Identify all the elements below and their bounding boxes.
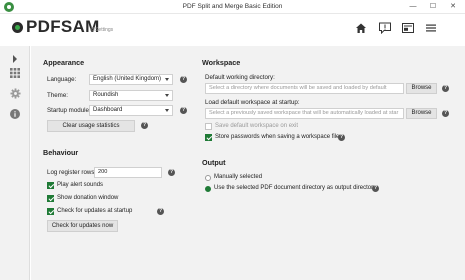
- minimize-button[interactable]: —: [405, 0, 421, 14]
- menu-icon[interactable]: [424, 22, 438, 34]
- home-icon[interactable]: [354, 22, 368, 34]
- default-working-directory-input[interactable]: Select a directory where documents will …: [205, 83, 404, 94]
- help-icon[interactable]: ?: [338, 134, 345, 141]
- manually-selected-radio[interactable]: [205, 175, 211, 181]
- play-alert-sounds-label: Play alert sounds: [57, 182, 104, 188]
- load-workspace-input[interactable]: Select a previously saved workspace that…: [205, 108, 404, 119]
- show-donation-window-checkbox[interactable]: [47, 195, 54, 202]
- language-select[interactable]: English (United Kingdom): [89, 74, 173, 85]
- browse-directory-button[interactable]: Browse: [406, 83, 437, 94]
- default-working-directory-label: Default working directory:: [205, 74, 275, 81]
- window-title: PDF Split and Merge Basic Edition: [182, 3, 283, 10]
- output-heading: Output: [202, 158, 226, 167]
- check-for-updates-now-button[interactable]: Check for updates now: [47, 220, 118, 232]
- modules-icon[interactable]: [8, 66, 22, 80]
- close-button[interactable]: ✕: [445, 0, 461, 14]
- startup-module-value: Dashboard: [93, 107, 123, 113]
- log-register-rows-input[interactable]: 200: [94, 167, 162, 178]
- save-workspace-on-exit-checkbox[interactable]: [205, 123, 212, 130]
- help-icon[interactable]: ?: [372, 185, 379, 192]
- logo-icon: [12, 22, 23, 33]
- use-same-directory-label: Use the selected PDF document directory …: [214, 185, 377, 191]
- show-donation-window-label: Show donation window: [57, 195, 119, 201]
- sidebar: [0, 46, 30, 280]
- chevron-down-icon: [165, 78, 169, 81]
- play-alert-sounds-checkbox[interactable]: [47, 182, 54, 189]
- expand-icon[interactable]: [10, 52, 20, 66]
- startup-module-label: Startup module:: [47, 107, 91, 114]
- logo: PDFSAM: [26, 17, 100, 36]
- load-workspace-label: Load default workspace at startup:: [205, 99, 300, 106]
- info-icon[interactable]: [8, 107, 22, 121]
- manually-selected-label: Manually selected: [214, 174, 263, 180]
- news-icon[interactable]: [401, 22, 415, 34]
- check-updates-at-startup-checkbox[interactable]: [47, 208, 54, 215]
- appearance-heading: Appearance: [43, 58, 85, 67]
- check-updates-at-startup-label: Check for updates at startup: [57, 208, 133, 214]
- feedback-icon[interactable]: [378, 22, 392, 34]
- help-icon[interactable]: ?: [180, 76, 187, 83]
- help-icon[interactable]: ?: [180, 107, 187, 114]
- store-passwords-checkbox[interactable]: [205, 134, 212, 141]
- chevron-down-icon: [165, 94, 169, 97]
- save-workspace-on-exit-label: Save default workspace on exit: [215, 123, 299, 129]
- theme-label: Theme:: [47, 92, 68, 99]
- language-label: Language:: [47, 76, 77, 83]
- store-passwords-label: Store passwords when saving a workspace …: [215, 134, 340, 140]
- clear-usage-statistics-button[interactable]: Clear usage statistics: [47, 120, 135, 132]
- maximize-button[interactable]: ☐: [425, 0, 441, 14]
- theme-value: Roundish: [93, 92, 119, 98]
- help-icon[interactable]: ?: [141, 122, 148, 129]
- chevron-down-icon: [165, 109, 169, 112]
- page-subtitle: @Settings: [90, 27, 114, 33]
- help-icon[interactable]: ?: [442, 85, 449, 92]
- help-icon[interactable]: ?: [168, 169, 175, 176]
- language-value: English (United Kingdom): [93, 76, 162, 82]
- behaviour-heading: Behaviour: [43, 148, 79, 157]
- help-icon[interactable]: ?: [442, 110, 449, 117]
- use-same-directory-radio[interactable]: [205, 186, 211, 192]
- title-bar: PDF Split and Merge Basic Edition — ☐ ✕: [0, 0, 465, 14]
- help-icon[interactable]: ?: [157, 208, 164, 215]
- settings-icon[interactable]: [8, 86, 22, 100]
- log-register-rows-label: Log register rows:: [47, 169, 97, 176]
- theme-select[interactable]: Roundish: [89, 90, 173, 101]
- browse-workspace-button[interactable]: Browse: [406, 108, 437, 119]
- workspace-heading: Workspace: [202, 58, 241, 67]
- startup-module-select[interactable]: Dashboard: [89, 105, 173, 116]
